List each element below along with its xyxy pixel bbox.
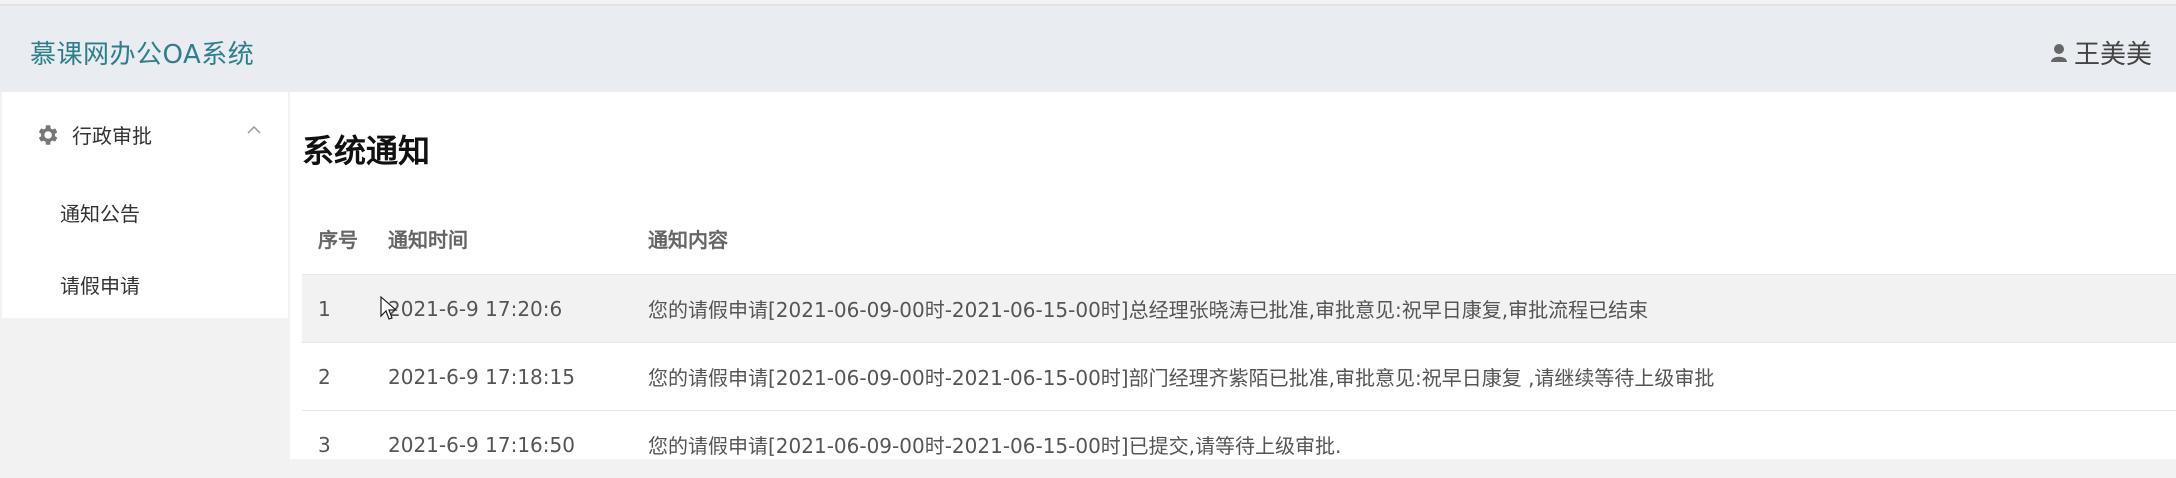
page-title: 系统通知 bbox=[302, 132, 431, 170]
table-row[interactable]: 3 2021-6-9 17:16:50 您的请假申请[2021-06-09-00… bbox=[302, 410, 2176, 478]
top-navbar: 慕课网办公OA系统 王美美 bbox=[0, 4, 2176, 92]
row-no: 1 bbox=[318, 296, 331, 321]
column-header-content: 通知内容 bbox=[648, 227, 728, 252]
main-content: 系统通知 序号 通知时间 通知内容 1 2021-6-9 17:20:6 您的请… bbox=[290, 92, 2176, 459]
row-content: 您的请假申请[2021-06-09-00时-2021-06-15-00时]部门经… bbox=[648, 366, 1715, 390]
sidebar-group-admin-approval[interactable]: 行政审批 bbox=[2, 92, 288, 176]
user-icon bbox=[2050, 43, 2067, 62]
mouse-cursor-icon bbox=[380, 296, 398, 320]
table-header: 序号 通知时间 通知内容 bbox=[302, 202, 2176, 274]
sidebar-item-leave-request[interactable]: 请假申请 bbox=[60, 270, 140, 299]
sidebar-group-label: 行政审批 bbox=[72, 124, 152, 148]
row-time: 2021-6-9 17:16:50 bbox=[388, 432, 575, 457]
app-brand[interactable]: 慕课网办公OA系统 bbox=[30, 34, 254, 71]
row-content: 您的请假申请[2021-06-09-00时-2021-06-15-00时]已提交… bbox=[648, 434, 1342, 458]
notification-table: 序号 通知时间 通知内容 1 2021-6-9 17:20:6 您的请假申请[2… bbox=[302, 202, 2176, 478]
gear-icon bbox=[38, 125, 58, 145]
sidebar-item-announcements[interactable]: 通知公告 bbox=[60, 198, 140, 227]
column-header-time: 通知时间 bbox=[388, 227, 468, 252]
row-no: 2 bbox=[318, 364, 331, 389]
table-row[interactable]: 2 2021-6-9 17:18:15 您的请假申请[2021-06-09-00… bbox=[302, 342, 2176, 410]
row-time: 2021-6-9 17:18:15 bbox=[388, 364, 575, 389]
row-time: 2021-6-9 17:20:6 bbox=[388, 296, 563, 321]
chevron-up-icon[interactable] bbox=[246, 124, 262, 136]
sidebar: 行政审批 通知公告 请假申请 bbox=[2, 92, 288, 318]
user-name: 王美美 bbox=[2073, 40, 2152, 70]
user-menu[interactable]: 王美美 bbox=[2050, 34, 2152, 71]
row-no: 3 bbox=[318, 432, 331, 457]
column-header-no: 序号 bbox=[318, 227, 358, 252]
row-content: 您的请假申请[2021-06-09-00时-2021-06-15-00时]总经理… bbox=[648, 298, 1649, 322]
table-row[interactable]: 1 2021-6-9 17:20:6 您的请假申请[2021-06-09-00时… bbox=[302, 274, 2176, 342]
